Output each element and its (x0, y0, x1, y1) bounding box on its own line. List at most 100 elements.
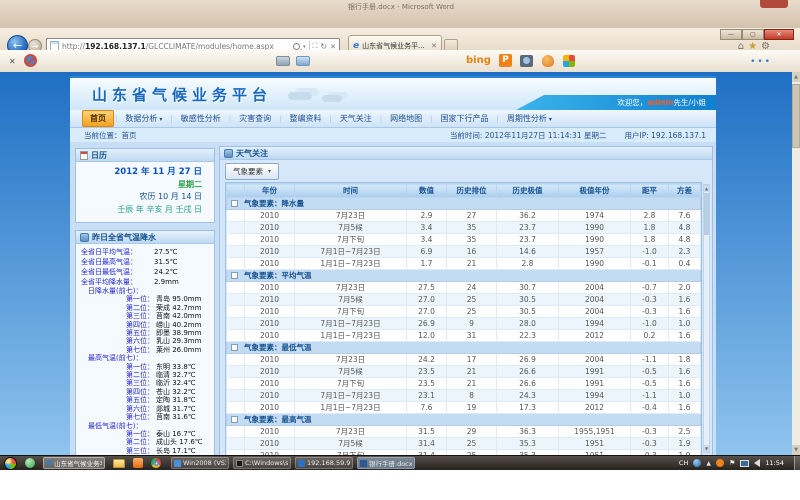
mail-icon[interactable] (296, 56, 310, 66)
scroll-down-icon[interactable]: ▼ (792, 445, 800, 455)
nav-item-2[interactable]: 数据分析▾ (118, 111, 169, 126)
table-scrollbar[interactable]: ▲ ▼ (703, 184, 710, 453)
taskbar-button[interactable]: 银行手册.docx ... (357, 457, 415, 469)
table-cell: 28.0 (497, 318, 559, 330)
table-body: 气象要素：降水量20107月23日2.92736.219742.87.62010… (227, 198, 701, 456)
chrome-icon[interactable] (151, 458, 161, 468)
bing-logo[interactable]: bing (466, 55, 491, 66)
scroll-down-icon[interactable]: ▼ (704, 445, 709, 452)
close-button[interactable]: ✕ (764, 29, 794, 40)
collapse-icon[interactable] (231, 200, 238, 207)
pinned-app-icon[interactable] (133, 458, 143, 468)
taskbar-button[interactable]: Win2008 (VS2... (171, 457, 229, 469)
table-row[interactable]: 20107月1日~7月23日6.91614.61957-1.02.3 (227, 246, 701, 258)
minimize-button[interactable]: — (720, 29, 742, 40)
nav-item-6[interactable]: 天气关注 (333, 111, 379, 126)
table-row[interactable]: 20107月23日24.21726.92004-1.11.8 (227, 354, 701, 366)
search-icon[interactable] (293, 43, 300, 50)
table-row[interactable]: 20107月23日27.52430.72004-0.72.0 (227, 282, 701, 294)
table-cell: 31.4 (407, 438, 447, 450)
browser-scrollbar[interactable]: ▲ ▼ (792, 72, 800, 455)
nav-item-1[interactable]: 首页 (82, 110, 114, 127)
nav-item-8[interactable]: 国家下行产品 (434, 111, 496, 126)
table-row[interactable]: 20107月5候3.43523.719901.84.8 (227, 222, 701, 234)
ie-icon: e (46, 458, 52, 468)
table-cell: 31.5 (407, 426, 447, 438)
table-group-row[interactable]: 气象要素：最高气温 (227, 414, 701, 426)
taskbar-ie-button[interactable]: e 山东省气候业务平... (43, 457, 105, 469)
network-globe-icon[interactable] (693, 459, 701, 467)
nav-item-5[interactable]: 整编资料 (282, 111, 328, 126)
nav-item-7[interactable]: 网络地图 (383, 111, 429, 126)
volume-icon[interactable] (754, 459, 760, 467)
table-row[interactable]: 20107月1日~7月23日23.1824.31994-1.11.0 (227, 390, 701, 402)
tray-app-icon[interactable] (716, 459, 724, 467)
table-cell: 1.0 (669, 318, 701, 330)
collapse-icon[interactable] (231, 344, 238, 351)
more-options-icon[interactable]: ••• (750, 57, 772, 67)
paw-icon[interactable] (542, 55, 554, 67)
table-group-row[interactable]: 气象要素：平均气温 (227, 270, 701, 282)
camera-icon[interactable] (520, 55, 533, 67)
table-cell: 8 (447, 390, 497, 402)
puzzle-icon[interactable] (563, 55, 575, 67)
collapse-icon[interactable] (231, 272, 238, 279)
pinned-app-icon[interactable] (25, 458, 35, 468)
table-cell: 4.8 (669, 222, 701, 234)
table-cell: 2010 (245, 306, 295, 318)
table-row[interactable]: 20107月5候31.42535.31951-0.31.9 (227, 438, 701, 450)
network-icon[interactable] (740, 460, 749, 467)
scrollbar-thumb[interactable] (792, 84, 800, 148)
taskbar-button[interactable]: C:\Windows\s... (233, 457, 291, 469)
scrollbar-thumb[interactable] (704, 193, 709, 235)
element-filter-button[interactable]: 气象要素 ▾ (225, 163, 279, 180)
language-indicator[interactable]: CH (679, 459, 688, 467)
table-cell: 7月1日~7月23日 (295, 390, 407, 402)
scroll-up-icon[interactable]: ▲ (792, 72, 800, 82)
table-cell: 14.6 (497, 246, 559, 258)
nav-item-9[interactable]: 周期性分析▾ (500, 111, 559, 126)
table-row[interactable]: 20107月下旬23.52126.61991-0.51.6 (227, 378, 701, 390)
clock[interactable]: 11:54 (765, 459, 784, 467)
taskbar-button[interactable]: 192.168.59.99... (295, 457, 353, 469)
nav-item-3[interactable]: 敏感性分析 (174, 111, 228, 126)
nav-item-4[interactable]: 灾害查询 (232, 111, 278, 126)
scroll-up-icon[interactable]: ▲ (704, 185, 709, 192)
action-center-flag-icon[interactable]: ⚑ (729, 459, 735, 467)
table-row[interactable]: 20107月23日31.52936.31955,1951-0.32.5 (227, 426, 701, 438)
close-tab-icon[interactable]: ✕ (431, 42, 437, 50)
chevron-down-icon[interactable]: ▾ (303, 44, 306, 50)
table-cell: 7月23日 (295, 282, 407, 294)
table-row[interactable]: 20107月23日2.92736.219742.87.6 (227, 210, 701, 222)
table-row[interactable]: 20101月1日~7月23日1.7212.81990-0.10.4 (227, 258, 701, 270)
table-row[interactable]: 20107月5候23.52126.61991-0.51.6 (227, 366, 701, 378)
table-cell: 31 (447, 330, 497, 342)
table-row[interactable]: 20101月1日~7月23日12.03122.320120.21.6 (227, 330, 701, 342)
table-group-row[interactable]: 气象要素：降水量 (227, 198, 701, 210)
table-cell: 1.6 (669, 366, 701, 378)
table-row[interactable]: 20101月1日~7月23日7.61917.32012-0.41.6 (227, 402, 701, 414)
maximize-button[interactable]: ▢ (742, 29, 764, 40)
table-header-cell: 时间 (295, 184, 407, 198)
close-addon-bar-icon[interactable]: ✕ (9, 57, 16, 66)
start-button[interactable] (4, 457, 17, 470)
pinyin-icon[interactable]: P (499, 54, 512, 67)
table-cell: 2004 (559, 282, 631, 294)
show-desktop-button[interactable] (794, 456, 800, 471)
table-cell: 2010 (245, 426, 295, 438)
collapse-icon[interactable] (231, 416, 238, 423)
table-group-row[interactable]: 气象要素：最低气温 (227, 342, 701, 354)
chevron-down-icon: ▾ (549, 116, 552, 123)
table-row[interactable]: 20107月下旬27.02530.52004-0.31.6 (227, 306, 701, 318)
table-row[interactable]: 20107月1日~7月23日26.9928.01994-1.01.0 (227, 318, 701, 330)
blocked-icon[interactable] (24, 54, 37, 67)
show-hidden-icons[interactable]: ▲ (706, 460, 711, 467)
table-cell: 2010 (245, 234, 295, 246)
table-row[interactable]: 20107月下旬3.43523.719901.84.8 (227, 234, 701, 246)
breadcrumb: 当前位置：首页 (84, 130, 137, 141)
card-icon[interactable] (276, 56, 290, 66)
table-cell: 23.5 (407, 378, 447, 390)
weather-rank-item: 第一位：青岛 95.0mm (76, 295, 212, 303)
table-row[interactable]: 20107月5候27.02530.52004-0.31.6 (227, 294, 701, 306)
explorer-icon[interactable] (113, 459, 125, 468)
